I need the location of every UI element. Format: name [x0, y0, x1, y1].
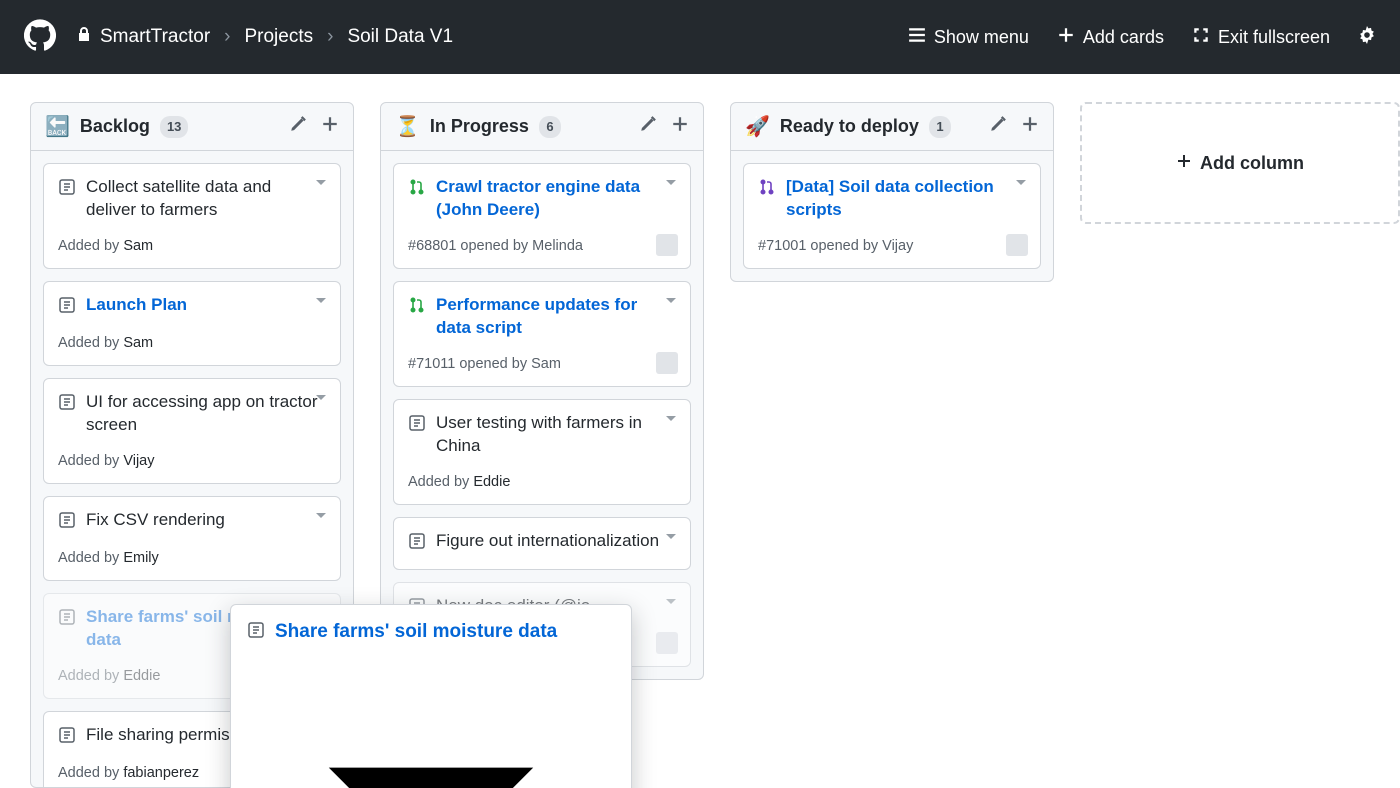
plus-icon	[1057, 26, 1075, 49]
note-icon	[58, 178, 76, 201]
card-title: Launch Plan	[86, 294, 187, 317]
plus-icon	[1176, 153, 1192, 174]
card-title: User testing with farmers in China	[436, 412, 676, 458]
card-meta: Added by Vijay	[58, 453, 326, 469]
note-icon	[247, 621, 265, 644]
card-meta: #68801 opened by Melinda	[408, 238, 676, 254]
breadcrumb: SmartTractor › Projects › Soil Data V1	[76, 26, 453, 48]
card-title: Fix CSV rendering	[86, 509, 225, 532]
edit-column-button[interactable]	[639, 115, 657, 138]
card[interactable]: Collect satellite data and deliver to fa…	[43, 163, 341, 269]
card-title: Share farms' soil moisture data	[275, 619, 557, 645]
card[interactable]: Figure out internationalization	[393, 517, 691, 570]
card-title: Performance updates for data script	[436, 294, 676, 340]
exit-fullscreen-label: Exit fullscreen	[1218, 27, 1330, 48]
add-card-button[interactable]	[1021, 115, 1039, 138]
note-icon	[408, 414, 426, 437]
card-title: UI for accessing app on tractor screen	[86, 391, 326, 437]
column-title: Ready to deploy	[780, 116, 919, 137]
breadcrumb-separator-icon: ›	[224, 26, 230, 48]
card-menu-button[interactable]	[312, 174, 330, 197]
add-card-button[interactable]	[671, 115, 689, 138]
column-emoji-icon: ⏳	[395, 117, 420, 137]
edit-column-button[interactable]	[989, 115, 1007, 138]
settings-button[interactable]	[1358, 26, 1376, 49]
card-title: Figure out internationalization	[436, 530, 659, 553]
card-menu-button[interactable]	[312, 292, 330, 315]
column-count-badge: 6	[539, 116, 561, 138]
card-menu-button[interactable]	[312, 507, 330, 530]
card-menu-button[interactable]	[662, 410, 680, 433]
card[interactable]: User testing with farmers in China Added …	[393, 399, 691, 505]
note-icon	[58, 608, 76, 631]
pull-request-icon	[758, 178, 776, 201]
card-meta: Added by Sam	[58, 238, 326, 254]
note-icon	[58, 511, 76, 534]
card-menu-button[interactable]	[662, 174, 680, 197]
card[interactable]: Launch Plan Added by Sam	[43, 281, 341, 366]
card-menu-button[interactable]	[1012, 174, 1030, 197]
card-title: Crawl tractor engine data (John Deere)	[436, 176, 676, 222]
card-meta: Added by Eddie	[408, 474, 676, 490]
card-menu-button[interactable]	[662, 593, 680, 616]
menu-icon	[908, 26, 926, 49]
gear-icon	[1358, 26, 1376, 49]
show-menu-label: Show menu	[934, 27, 1029, 48]
breadcrumb-project[interactable]: Soil Data V1	[347, 26, 453, 48]
note-icon	[58, 393, 76, 416]
lock-icon	[76, 26, 92, 48]
project-board: 🔙 Backlog 13 Collect satellite data and del…	[0, 74, 1400, 788]
github-logo-icon[interactable]	[24, 19, 76, 56]
card-menu-button[interactable]	[312, 389, 330, 412]
note-icon	[58, 296, 76, 319]
card-meta: Added by Emily	[58, 550, 326, 566]
card-menu-button[interactable]	[662, 528, 680, 551]
avatar	[656, 632, 678, 654]
avatar	[656, 234, 678, 256]
card-meta: #71001 opened by Vijay	[758, 238, 1026, 254]
avatar	[1006, 234, 1028, 256]
edit-column-button[interactable]	[289, 115, 307, 138]
card[interactable]: Crawl tractor engine data (John Deere) #6…	[393, 163, 691, 269]
column-title: Backlog	[80, 116, 150, 137]
breadcrumb-projects[interactable]: Projects	[244, 26, 313, 48]
card[interactable]: [Data] Soil data collection scripts #7100…	[743, 163, 1041, 269]
pull-request-icon	[408, 296, 426, 319]
add-card-button[interactable]	[321, 115, 339, 138]
add-cards-label: Add cards	[1083, 27, 1164, 48]
show-menu-button[interactable]: Show menu	[908, 26, 1029, 49]
card-meta: Added by Sam	[58, 335, 326, 351]
column: ⏳ In Progress 6 Crawl tractor engine data (…	[380, 102, 704, 680]
card[interactable]: UI for accessing app on tractor screen Ad…	[43, 378, 341, 484]
card-title: [Data] Soil data collection scripts	[786, 176, 1026, 222]
add-column-button[interactable]: Add column	[1080, 102, 1400, 224]
pull-request-icon	[408, 178, 426, 201]
column-emoji-icon: 🔙	[45, 117, 70, 137]
avatar	[656, 352, 678, 374]
note-icon	[58, 726, 76, 749]
card-title: Collect satellite data and deliver to fa…	[86, 176, 326, 222]
note-icon	[408, 532, 426, 555]
column-count-badge: 1	[929, 116, 951, 138]
card-meta: #71011 opened by Sam	[408, 356, 676, 372]
column-title: In Progress	[430, 116, 529, 137]
breadcrumb-separator-icon: ›	[327, 26, 333, 48]
card[interactable]: Performance updates for data script #7101…	[393, 281, 691, 387]
column-count-badge: 13	[160, 116, 188, 138]
add-column-label: Add column	[1200, 153, 1304, 174]
fullscreen-icon	[1192, 26, 1210, 49]
card[interactable]: Fix CSV rendering Added by Emily	[43, 496, 341, 581]
dragging-card[interactable]: Share farms' soil moisture data Added by…	[230, 604, 632, 788]
exit-fullscreen-button[interactable]: Exit fullscreen	[1192, 26, 1330, 49]
column-emoji-icon: 🚀	[745, 117, 770, 137]
add-cards-button[interactable]: Add cards	[1057, 26, 1164, 49]
breadcrumb-repo[interactable]: SmartTractor	[100, 26, 210, 48]
column: 🚀 Ready to deploy 1 [Data] Soil data collec…	[730, 102, 1054, 282]
top-bar: SmartTractor › Projects › Soil Data V1 S…	[0, 0, 1400, 74]
card-menu-button[interactable]	[662, 292, 680, 315]
